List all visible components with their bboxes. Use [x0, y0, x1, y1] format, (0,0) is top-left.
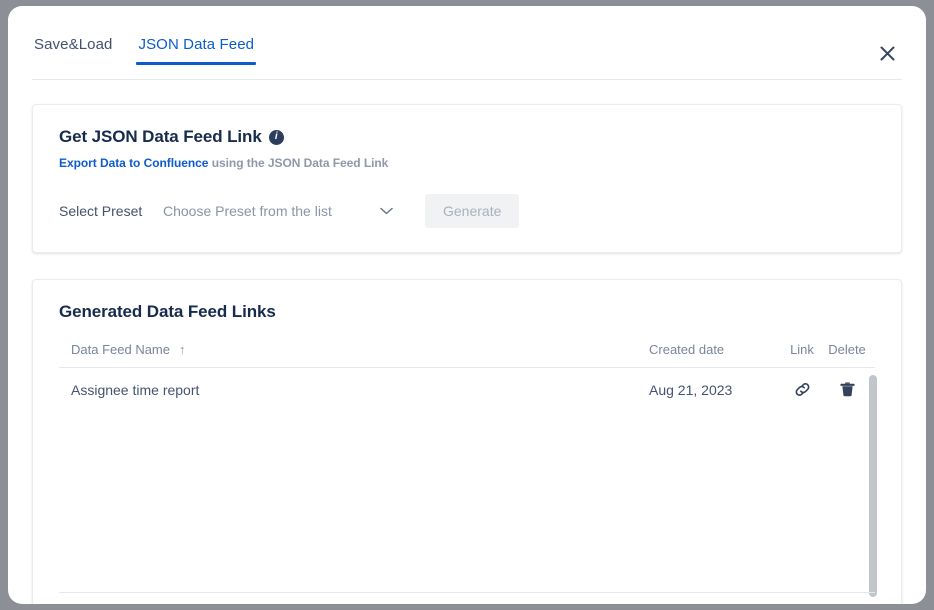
tab-json-data-feed[interactable]: JSON Data Feed — [136, 36, 256, 65]
table-header-row: Data Feed Name ↑ Created date Link Delet… — [59, 342, 875, 368]
close-button[interactable] — [872, 38, 902, 68]
preset-select[interactable]: Choose Preset from the list — [163, 195, 401, 227]
export-to-confluence-link[interactable]: Export Data to Confluence — [59, 156, 208, 170]
generated-data-feed-links-card: Generated Data Feed Links Data Feed Name… — [32, 279, 902, 604]
get-link-card-title-text: Get JSON Data Feed Link — [59, 127, 262, 147]
info-icon[interactable]: i — [269, 130, 284, 145]
tab-save-and-load-label: Save&Load — [34, 36, 112, 53]
get-link-card-subtitle: Export Data to Confluence using the JSON… — [59, 156, 875, 170]
tab-divider — [32, 79, 902, 80]
subtitle-rest-text: using the JSON Data Feed Link — [208, 156, 388, 170]
table-footer-divider — [59, 592, 875, 593]
data-feed-modal: Save&Load JSON Data Feed Get JSON Data F… — [8, 6, 926, 604]
column-header-link: Link — [781, 342, 823, 357]
link-icon — [793, 380, 812, 399]
close-icon — [879, 45, 896, 62]
column-header-delete: Delete — [823, 342, 871, 357]
data-feed-table: Data Feed Name ↑ Created date Link Delet… — [59, 342, 875, 411]
column-header-data-feed-name[interactable]: Data Feed Name ↑ — [71, 342, 649, 357]
preset-select-value: Choose Preset from the list — [163, 203, 332, 219]
select-preset-row: Select Preset Choose Preset from the lis… — [59, 194, 875, 228]
column-header-data-feed-name-label: Data Feed Name — [71, 342, 170, 357]
generate-button[interactable]: Generate — [425, 194, 519, 228]
tab-bar: Save&Load JSON Data Feed — [32, 36, 902, 82]
generated-links-title: Generated Data Feed Links — [59, 302, 875, 322]
table-scrollbar[interactable] — [869, 375, 877, 597]
tab-save-and-load[interactable]: Save&Load — [32, 36, 114, 65]
tab-json-data-feed-label: JSON Data Feed — [138, 36, 254, 53]
tab-list: Save&Load JSON Data Feed — [32, 36, 902, 80]
sort-ascending-icon: ↑ — [179, 342, 186, 357]
get-link-card-title: Get JSON Data Feed Link i — [59, 127, 875, 147]
table-scrollbar-thumb[interactable] — [869, 375, 877, 597]
delete-row-button[interactable] — [823, 380, 871, 399]
row-data-feed-name: Assignee time report — [71, 382, 649, 398]
trash-icon — [838, 380, 857, 399]
get-json-data-feed-link-card: Get JSON Data Feed Link i Export Data to… — [32, 104, 902, 253]
chevron-down-icon — [380, 207, 393, 215]
table-row[interactable]: Assignee time report Aug 21, 2023 — [59, 368, 875, 411]
column-header-created-date: Created date — [649, 342, 781, 357]
copy-link-button[interactable] — [781, 380, 823, 399]
select-preset-label: Select Preset — [59, 203, 163, 219]
row-created-date: Aug 21, 2023 — [649, 382, 781, 398]
